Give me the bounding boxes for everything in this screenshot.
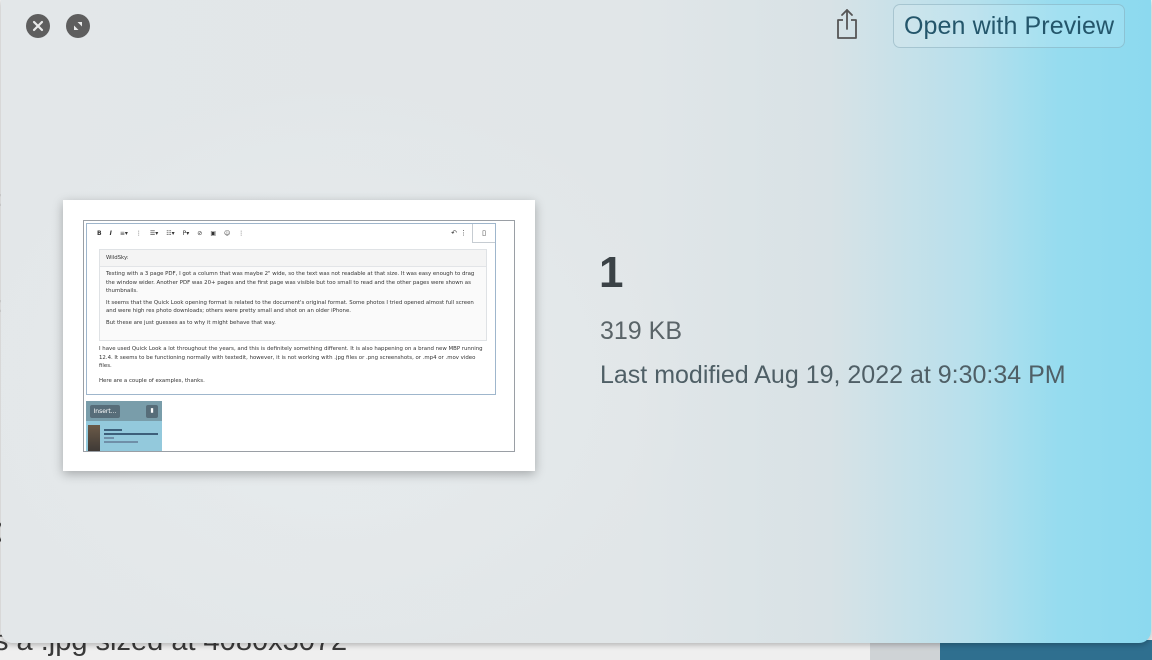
toolbar-glyph: ☰▾ (149, 229, 159, 237)
open-with-preview-button[interactable]: Open with Preview (893, 4, 1126, 48)
thumbnail-quote: WildSky: Testing with a 3 page PDF, I go… (99, 249, 487, 341)
background-sidebar (940, 640, 1152, 660)
quote-paragraph: Testing with a 3 page PDF, I got a colum… (106, 271, 475, 294)
file-modified-date: Last modified Aug 19, 2022 at 9:30:34 PM (600, 361, 1066, 389)
close-icon (32, 20, 44, 32)
thumbnail-toolbar: B I ≡▾ ⋮ ☰▾ ☷▾ P▾ ⊘ ▣ ☺ ⋮ ↶ ⋮ ▯ (87, 224, 495, 243)
quick-look-panel: Open with Preview B I ≡▾ ⋮ ☰▾ ☷▾ P▾ ⊘ ▣ … (1, 0, 1151, 643)
fullscreen-icon (74, 22, 82, 30)
share-icon (837, 9, 857, 39)
document-icon: ▯ (472, 224, 495, 243)
fullscreen-button[interactable] (66, 14, 90, 38)
undo-icon: ↶ (451, 229, 457, 237)
attachment-text-lines (104, 429, 158, 445)
toolbar-glyph: ⊘ (197, 229, 203, 237)
toolbar-glyph: B (97, 229, 102, 237)
close-button[interactable] (26, 14, 50, 38)
toolbar-glyph: ⋮ (460, 229, 467, 237)
background-divider (870, 640, 940, 660)
file-name: 1 (599, 248, 624, 297)
trash-icon: ▮ (146, 405, 158, 418)
toolbar-glyph: ⋮ (238, 229, 245, 237)
file-size: 319 KB (600, 317, 683, 345)
thumbnail-editor: B I ≡▾ ⋮ ☰▾ ☷▾ P▾ ⊘ ▣ ☺ ⋮ ↶ ⋮ ▯ WildSky: (86, 223, 496, 395)
quote-author: WildSky: (100, 250, 486, 267)
toolbar-glyph: ≡▾ (119, 229, 128, 237)
toolbar-glyph: P▾ (182, 229, 190, 237)
file-thumbnail: B I ≡▾ ⋮ ☰▾ ☷▾ P▾ ⊘ ▣ ☺ ⋮ ↶ ⋮ ▯ WildSky: (63, 200, 535, 471)
toolbar-glyph: ☷▾ (166, 229, 175, 237)
attachment-insert-label: Insert... (90, 405, 120, 418)
share-button[interactable] (833, 8, 861, 40)
reply-paragraph: Here are a couple of examples, thanks. (99, 377, 205, 384)
reply-paragraph: I have used Quick Look a lot throughout … (99, 346, 483, 370)
toolbar-glyph: I (109, 229, 112, 237)
toolbar-glyph: ⋮ (135, 229, 142, 237)
toolbar-glyph: ☺ (223, 229, 231, 237)
toolbar-glyph: ▣ (210, 229, 216, 237)
thumbnail-attachment: Insert... ▮ (86, 401, 162, 451)
attachment-photo (88, 425, 100, 451)
quote-paragraph: It seems that the Quick Look opening for… (106, 299, 474, 315)
quote-paragraph: But these are just guesses as to why it … (106, 319, 276, 326)
thumbnail-reply: I have used Quick Look a lot throughout … (99, 345, 489, 391)
thumbnail-screenshot: B I ≡▾ ⋮ ☰▾ ☷▾ P▾ ⊘ ▣ ☺ ⋮ ↶ ⋮ ▯ WildSky: (83, 220, 515, 452)
